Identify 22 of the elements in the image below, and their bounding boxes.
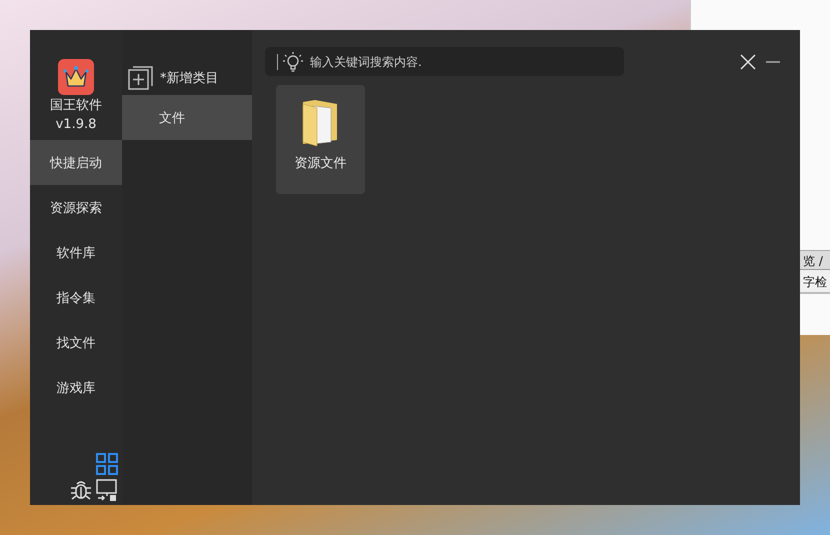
monitor-icon[interactable] xyxy=(96,479,118,501)
nav-item[interactable]: 找文件 xyxy=(30,320,122,365)
add-category-button[interactable]: *新增类目 xyxy=(122,60,252,95)
minimize-icon[interactable] xyxy=(766,60,780,64)
crown-logo-icon xyxy=(58,59,94,95)
add-icon xyxy=(128,64,154,90)
search-field[interactable]: 输入关键词搜索内容. xyxy=(265,47,624,76)
nav-item[interactable]: 资源探索 xyxy=(30,185,122,230)
search-input[interactable]: 输入关键词搜索内容. xyxy=(308,54,624,70)
nav-item[interactable]: 指令集 xyxy=(30,275,122,320)
close-icon[interactable] xyxy=(740,54,756,70)
app-version: v1.9.8 xyxy=(56,116,96,133)
nav-item[interactable]: 软件库 xyxy=(30,230,122,275)
category-item[interactable]: 文件 xyxy=(122,95,252,140)
lightbulb-icon xyxy=(282,50,304,72)
app-name: 国王软件 xyxy=(50,97,102,114)
file-tile[interactable]: 资源文件 xyxy=(276,85,365,194)
nav-item[interactable]: 游戏库 xyxy=(30,365,122,410)
nav-item[interactable]: 快捷启动 xyxy=(30,140,122,185)
grid-icon[interactable] xyxy=(96,453,118,475)
bug-icon[interactable] xyxy=(70,479,92,501)
file-label: 资源文件 xyxy=(294,155,346,172)
